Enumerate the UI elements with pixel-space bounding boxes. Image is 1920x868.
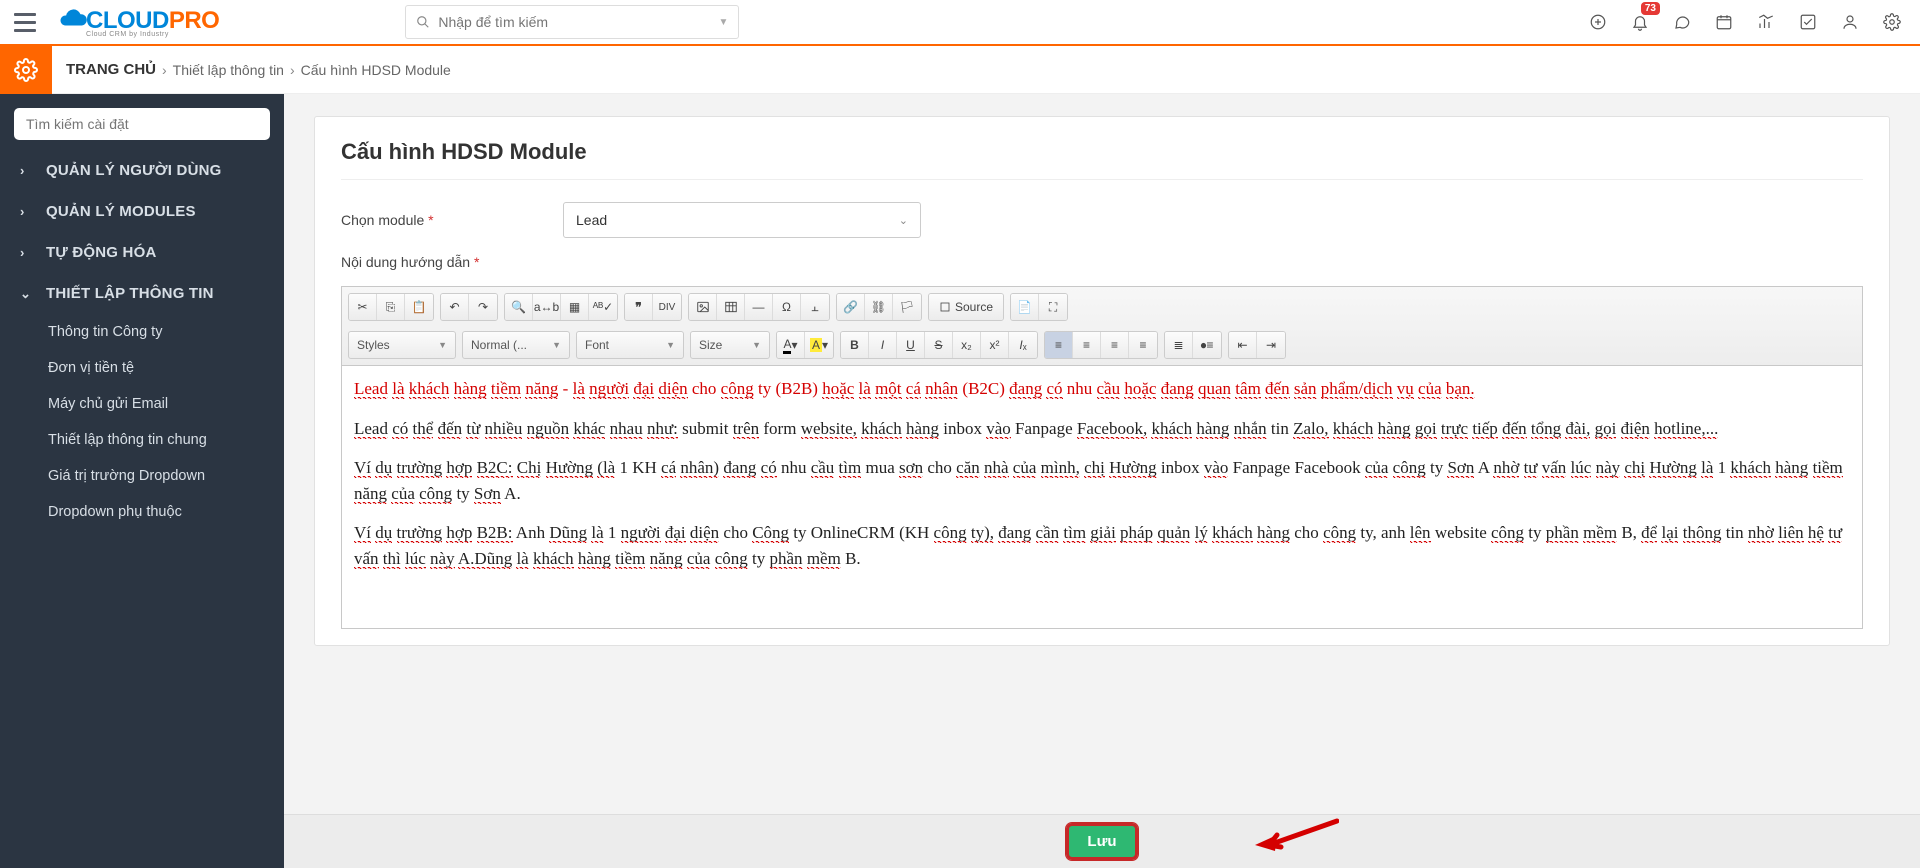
spellcheck-button[interactable]: ᴬᴮ✓	[589, 294, 617, 320]
logo[interactable]: CLOUDPRO Cloud CRM by Industry	[58, 3, 219, 41]
outdent-button[interactable]: ⇤	[1229, 332, 1257, 358]
chevron-down-icon[interactable]: ▼	[718, 17, 728, 28]
sidebar-item[interactable]: Máy chủ gửi Email	[0, 386, 284, 422]
bold-button[interactable]: B	[841, 332, 869, 358]
profile-button[interactable]	[1840, 12, 1860, 32]
maximize-button[interactable]: ⛶	[1039, 294, 1067, 320]
breadcrumb-level2: Cấu hình HDSD Module	[301, 62, 451, 78]
undo-button[interactable]: ↶	[441, 294, 469, 320]
selectall-button[interactable]: ▦	[561, 294, 589, 320]
removeformat-button[interactable]: Iₓ	[1009, 332, 1037, 358]
breadcrumb-level1[interactable]: Thiết lập thông tin	[173, 62, 284, 78]
content-label: Nội dung hướng dẫn	[341, 254, 470, 270]
align-center-button[interactable]: ≡	[1073, 332, 1101, 358]
notifications-button[interactable]: 73	[1630, 12, 1650, 32]
sidebar-item[interactable]: Dropdown phụ thuộc	[0, 494, 284, 530]
align-justify-button[interactable]: ≡	[1129, 332, 1157, 358]
cut-button[interactable]: ✂	[349, 294, 377, 320]
module-select[interactable]: Lead ⌄	[563, 202, 921, 238]
notification-badge: 73	[1641, 2, 1660, 15]
breadcrumb-home[interactable]: TRANG CHỦ	[66, 61, 156, 78]
global-search[interactable]: ▼	[405, 5, 739, 39]
search-icon	[416, 15, 430, 29]
sidebar-search-input[interactable]	[14, 108, 270, 140]
blockquote-button[interactable]: ❞	[625, 294, 653, 320]
unlink-button[interactable]: ⛓	[865, 294, 893, 320]
global-search-input[interactable]	[438, 14, 710, 30]
sidebar-section[interactable]: ›QUẢN LÝ NGƯỜI DÙNG	[0, 150, 284, 191]
hamburger-menu[interactable]	[6, 3, 44, 41]
tasks-button[interactable]	[1798, 12, 1818, 32]
numbered-list-button[interactable]: ≣	[1165, 332, 1193, 358]
replace-button[interactable]: a↔b	[533, 294, 561, 320]
save-button[interactable]: Lưu	[1066, 823, 1137, 860]
chat-button[interactable]	[1672, 12, 1692, 32]
italic-button[interactable]: I	[869, 332, 897, 358]
editor-content[interactable]: Lead là khách hàng tiềm năng - là người …	[342, 366, 1862, 628]
underline-button[interactable]: U	[897, 332, 925, 358]
settings-button[interactable]	[1882, 12, 1902, 32]
sidebar-section[interactable]: ›QUẢN LÝ MODULES	[0, 191, 284, 232]
indent-button[interactable]: ⇥	[1257, 332, 1285, 358]
strike-button[interactable]: S	[925, 332, 953, 358]
specialchar-button[interactable]: Ω	[773, 294, 801, 320]
bullet-list-button[interactable]: ⦁≡	[1193, 332, 1221, 358]
styles-select[interactable]: Styles▼	[348, 331, 456, 359]
bgcolor-button[interactable]: A▾	[805, 332, 833, 358]
page-title: Cấu hình HDSD Module	[341, 139, 1863, 180]
sidebar-item[interactable]: Giá trị trường Dropdown	[0, 458, 284, 494]
settings-sidebar-toggle[interactable]	[0, 46, 52, 94]
rich-editor: ✂ ⎘ 📋 ↶ ↷ 🔍 a↔b ▦ ᴬᴮ✓	[341, 286, 1863, 629]
redo-button[interactable]: ↷	[469, 294, 497, 320]
paste-button[interactable]: 📋	[405, 294, 433, 320]
link-button[interactable]: 🔗	[837, 294, 865, 320]
size-select[interactable]: Size▼	[690, 331, 770, 359]
sidebar-section[interactable]: ⌄THIẾT LẬP THÔNG TIN	[0, 273, 284, 314]
sidebar-section[interactable]: ›TỰ ĐỘNG HÓA	[0, 232, 284, 273]
source-button[interactable]: Source	[929, 294, 1003, 320]
module-label: Chọn module	[341, 212, 424, 228]
settings-sidebar: ›QUẢN LÝ NGƯỜI DÙNG›QUẢN LÝ MODULES›TỰ Đ…	[0, 94, 284, 868]
image-button[interactable]	[689, 294, 717, 320]
chevron-down-icon: ⌄	[899, 214, 908, 227]
calendar-button[interactable]	[1714, 12, 1734, 32]
add-button[interactable]	[1588, 12, 1608, 32]
font-select[interactable]: Font▼	[576, 331, 684, 359]
find-button[interactable]: 🔍	[505, 294, 533, 320]
hr-button[interactable]: —	[745, 294, 773, 320]
superscript-button[interactable]: x²	[981, 332, 1009, 358]
module-selected-value: Lead	[576, 212, 607, 228]
sidebar-item[interactable]: Thiết lập thông tin chung	[0, 422, 284, 458]
sidebar-item[interactable]: Thông tin Công ty	[0, 314, 284, 350]
anchor-button[interactable]: 🏳	[893, 294, 921, 320]
table-button[interactable]	[717, 294, 745, 320]
textcolor-button[interactable]: A▾	[777, 332, 805, 358]
align-right-button[interactable]: ≡	[1101, 332, 1129, 358]
cloud-icon	[58, 3, 88, 41]
breadcrumb: TRANG CHỦ › Thiết lập thông tin › Cấu hì…	[52, 46, 1920, 94]
align-left-button[interactable]: ≡	[1045, 332, 1073, 358]
sidebar-item[interactable]: Đơn vị tiền tệ	[0, 350, 284, 386]
preview-button[interactable]: 📄	[1011, 294, 1039, 320]
footer-actions: Lưu	[284, 814, 1920, 868]
reports-button[interactable]	[1756, 12, 1776, 32]
subscript-button[interactable]: x₂	[953, 332, 981, 358]
pagebreak-button[interactable]: ⫠	[801, 294, 829, 320]
div-button[interactable]: DIV	[653, 294, 681, 320]
copy-button[interactable]: ⎘	[377, 294, 405, 320]
format-select[interactable]: Normal (...▼	[462, 331, 570, 359]
